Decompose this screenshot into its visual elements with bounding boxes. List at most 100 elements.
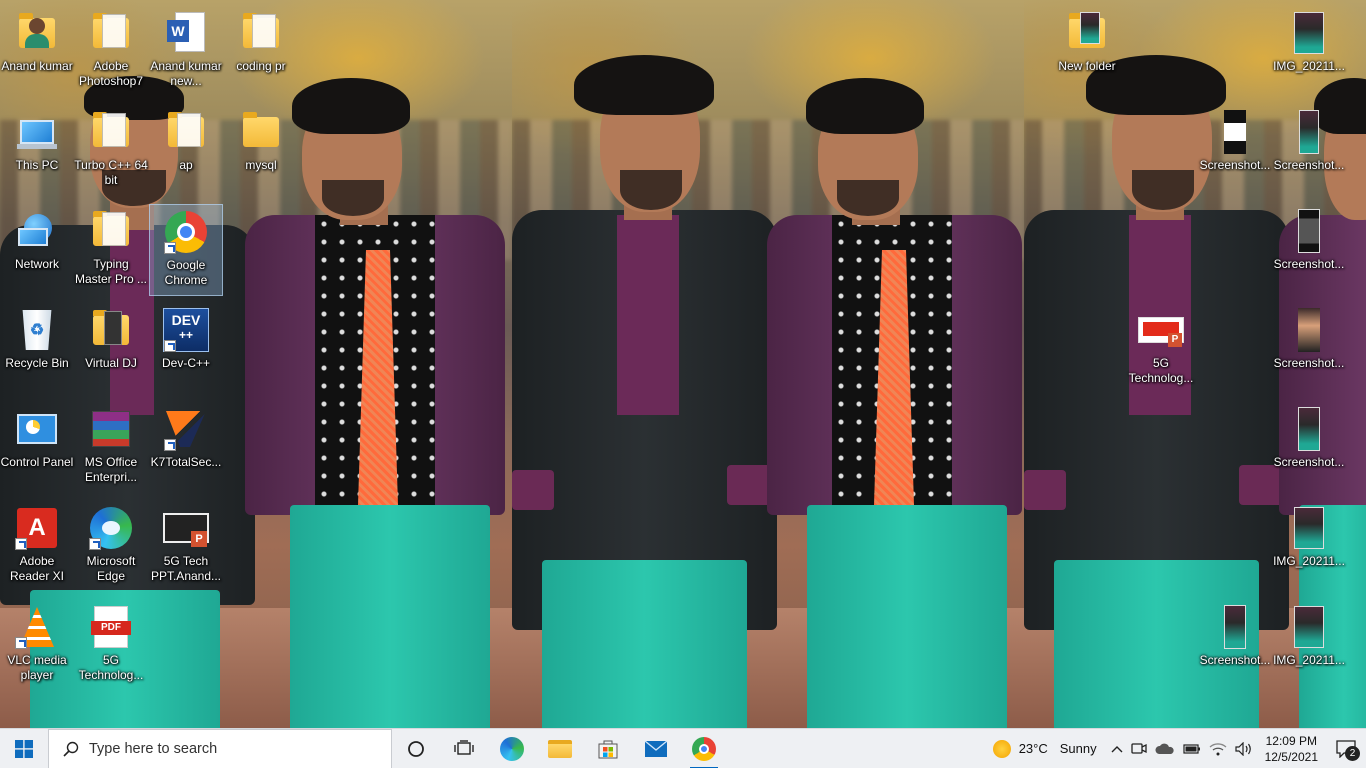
desktop-icon-label: IMG_20211...: [1273, 653, 1345, 667]
desktop-icon-vlc[interactable]: VLC media player: [0, 600, 74, 692]
desktop-icon-img-3[interactable]: IMG_20211...: [1272, 600, 1346, 692]
desktop-icon-google-chrome[interactable]: Google Chrome: [149, 204, 223, 296]
desktop-icon-new-folder[interactable]: New folder: [1050, 6, 1124, 98]
recycle-bin-icon: ♻: [14, 307, 60, 353]
weather-widget[interactable]: 23°C Sunny: [989, 729, 1107, 768]
desktop-icon-ms-office[interactable]: MS Office Enterpri...: [74, 402, 148, 494]
clock-date: 12/5/2021: [1264, 749, 1318, 764]
photo-thumbnail-icon: [1286, 505, 1332, 551]
word-document-icon: W: [163, 10, 209, 56]
start-button[interactable]: [0, 729, 48, 768]
desktop-icon-screenshot-5[interactable]: Screenshot...: [1272, 402, 1346, 494]
file-explorer-icon: [548, 739, 572, 758]
photo-thumbnail-icon: [1286, 10, 1332, 56]
desktop-icon-screenshot-6[interactable]: Screenshot...: [1198, 600, 1272, 692]
desktop-icon-screenshot-3[interactable]: Screenshot...: [1272, 204, 1346, 296]
desktop-icon-label: Anand kumar new...: [150, 59, 222, 88]
photo-thumbnail-icon: [1286, 604, 1332, 650]
desktop-icon-this-pc[interactable]: This PC: [0, 105, 74, 197]
system-tray: 23°C Sunny 12:09 PM 12/5/2021 2: [989, 729, 1366, 768]
desktop-icon-screenshot-1[interactable]: Screenshot...: [1198, 105, 1272, 197]
taskbar-chrome[interactable]: [680, 729, 728, 768]
desktop-icon-adobe-photoshop7[interactable]: Adobe Photoshop7: [74, 6, 148, 98]
desktop-icon-label: Recycle Bin: [5, 356, 69, 370]
pdf-badge: PDF: [91, 621, 131, 635]
powerpoint-icon: P: [163, 505, 209, 551]
edge-icon: [500, 736, 524, 761]
desktop-icon-screenshot-2[interactable]: Screenshot...: [1272, 105, 1346, 197]
speaker-icon: [1235, 741, 1251, 756]
user-folder-icon: [14, 10, 60, 56]
meet-now-button[interactable]: [1127, 729, 1151, 768]
volume-button[interactable]: [1231, 729, 1257, 768]
desktop-icon-label: 5G Technolog...: [78, 653, 144, 682]
desktop-icon-5g-tech-ppt[interactable]: P 5G Tech PPT.Anand...: [149, 501, 223, 593]
clock[interactable]: 12:09 PM 12/5/2021: [1257, 733, 1326, 765]
desktop-icon-label: Screenshot...: [1199, 653, 1271, 667]
taskbar-microsoft-store[interactable]: [584, 729, 632, 768]
desktop-icon-turbo-cpp[interactable]: Turbo C++ 64 bit: [74, 105, 148, 197]
desktop-icon-dev-cpp[interactable]: DEV ++ Dev-C++: [149, 303, 223, 395]
desktop-icon-microsoft-edge[interactable]: Microsoft Edge: [74, 501, 148, 593]
windows-logo-icon: [15, 739, 33, 758]
k7-icon: [163, 406, 209, 452]
folder-icon: [88, 307, 134, 353]
desktop-icon-5g-technolog-pdf[interactable]: PDF 5G Technolog...: [74, 600, 148, 692]
desktop-icon-coding-pr[interactable]: coding pr: [224, 6, 298, 98]
desktop-icon-label: Virtual DJ: [85, 356, 137, 370]
desktop-icon-recycle-bin[interactable]: ♻ Recycle Bin: [0, 303, 74, 395]
desktop-icon-label: This PC: [15, 158, 59, 172]
action-center-button[interactable]: 2: [1326, 729, 1366, 768]
desktop-icon-label: K7TotalSec...: [150, 455, 222, 469]
show-hidden-icons-button[interactable]: [1107, 729, 1127, 768]
chrome-icon: [163, 209, 209, 255]
weather-temp: 23°C: [1018, 741, 1048, 756]
screenshot-thumbnail-icon: [1286, 208, 1332, 254]
search-icon: [63, 741, 79, 757]
desktop-icon-control-panel[interactable]: Control Panel: [0, 402, 74, 494]
pdf-icon: PDF: [88, 604, 134, 650]
folder-icon: [88, 10, 134, 56]
desktop-icon-label: 5G Technolog...: [1128, 356, 1194, 385]
battery-button[interactable]: [1179, 729, 1205, 768]
photo-folder-icon: [1064, 10, 1110, 56]
desktop-icon-label: VLC media player: [7, 653, 67, 682]
task-view-button[interactable]: [440, 729, 488, 768]
wifi-icon: [1209, 742, 1227, 755]
desktop-icon-k7totalsec[interactable]: K7TotalSec...: [149, 402, 223, 494]
desktop-icon-anand-kumar-new[interactable]: W Anand kumar new...: [149, 6, 223, 98]
microsoft-store-icon: [598, 740, 618, 758]
folder-icon: [163, 109, 209, 155]
desktop-icon-virtual-dj[interactable]: Virtual DJ: [74, 303, 148, 395]
desktop-icon-adobe-reader[interactable]: A Adobe Reader XI: [0, 501, 74, 593]
desktop-icon-label: Control Panel: [0, 455, 74, 469]
desktop-icon-5g-technolog-ppt[interactable]: P 5G Technolog...: [1124, 303, 1198, 395]
desktop-icon-label: Adobe Photoshop7: [78, 59, 144, 88]
desktop-icon-label: MS Office Enterpri...: [84, 455, 138, 484]
desktop-icon-mysql[interactable]: mysql: [224, 105, 298, 197]
network-status-button[interactable]: [1205, 729, 1231, 768]
winrar-archive-icon: [88, 406, 134, 452]
taskbar-file-explorer[interactable]: [536, 729, 584, 768]
screenshot-thumbnail-icon: [1212, 109, 1258, 155]
desktop-icon-img-1[interactable]: IMG_20211...: [1272, 6, 1346, 98]
onedrive-button[interactable]: [1151, 729, 1179, 768]
desktop-icon-screenshot-4[interactable]: Screenshot...: [1272, 303, 1346, 395]
desktop-icon-label: Network: [14, 257, 59, 271]
desktop-icon-anand-kumar[interactable]: Anand kumar: [0, 6, 74, 98]
taskbar-edge[interactable]: [488, 729, 536, 768]
notification-count-badge: 2: [1345, 745, 1360, 761]
desktop-icon-typing-master[interactable]: Typing Master Pro ...: [74, 204, 148, 296]
desktop-icon-img-2[interactable]: IMG_20211...: [1272, 501, 1346, 593]
taskbar-search-box[interactable]: Type here to search: [48, 728, 392, 768]
desktop-icon-label: Screenshot...: [1199, 158, 1271, 172]
folder-icon: [238, 10, 284, 56]
cortana-button[interactable]: [392, 729, 440, 768]
taskbar-mail[interactable]: [632, 729, 680, 768]
desktop-icon-ap[interactable]: ap: [149, 105, 223, 197]
desktop-icon-label: Turbo C++ 64 bit: [74, 158, 148, 187]
webcam-icon: [1130, 742, 1147, 754]
desktop-icon-label: 5G Tech PPT.Anand...: [150, 554, 222, 583]
desktop-icon-network[interactable]: Network: [0, 204, 74, 296]
desktop-icon-label: Dev-C++: [161, 356, 211, 370]
